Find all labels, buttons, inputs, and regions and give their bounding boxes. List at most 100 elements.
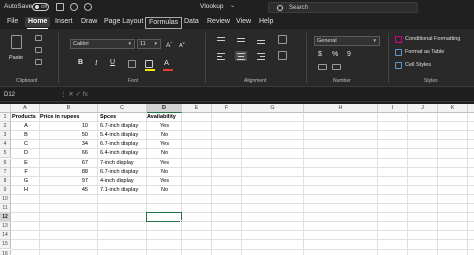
table-cell[interactable]: 4-inch display bbox=[100, 177, 147, 186]
paste-icon[interactable] bbox=[11, 35, 22, 49]
cut-icon[interactable] bbox=[35, 35, 42, 41]
table-cell[interactable]: 5.4-inch display bbox=[100, 131, 147, 140]
row-header-1[interactable]: 1 bbox=[0, 113, 11, 123]
tab-view[interactable]: View bbox=[233, 17, 254, 27]
column-header-a[interactable]: A bbox=[11, 104, 40, 113]
column-header-e[interactable]: E bbox=[182, 104, 212, 113]
column-header-i[interactable]: I bbox=[378, 104, 408, 113]
row-header-5[interactable]: 5 bbox=[0, 149, 11, 159]
table-header-cell[interactable]: Products bbox=[12, 113, 40, 122]
borders-icon[interactable] bbox=[128, 60, 136, 68]
merge-center-icon[interactable] bbox=[278, 51, 287, 60]
align-center-icon[interactable] bbox=[235, 51, 247, 61]
conditional-formatting-button[interactable]: Conditional Formatting bbox=[405, 36, 460, 42]
row-header-15[interactable]: 15 bbox=[0, 240, 11, 250]
table-cell[interactable]: H bbox=[12, 186, 40, 195]
top-align-icon[interactable] bbox=[215, 35, 227, 45]
table-cell[interactable]: No bbox=[147, 149, 182, 158]
tab-insert[interactable]: Insert bbox=[52, 17, 76, 27]
table-header-cell[interactable]: Availability bbox=[147, 113, 182, 122]
tab-home[interactable]: Home bbox=[25, 17, 51, 29]
format-painter-icon[interactable] bbox=[35, 59, 42, 65]
search-input[interactable]: Search bbox=[289, 4, 308, 12]
tab-help[interactable]: Help bbox=[256, 17, 276, 27]
table-cell[interactable]: No bbox=[147, 131, 182, 140]
row-header-12[interactable]: 12 bbox=[0, 213, 11, 223]
table-cell[interactable]: 6.7-inch display bbox=[100, 122, 147, 131]
wrap-text-icon[interactable] bbox=[278, 35, 287, 44]
align-left-icon[interactable] bbox=[215, 51, 227, 61]
redo-icon[interactable] bbox=[84, 3, 92, 11]
row-header-11[interactable]: 11 bbox=[0, 204, 11, 214]
row-header-13[interactable]: 13 bbox=[0, 222, 11, 232]
column-header-k[interactable]: K bbox=[438, 104, 468, 113]
italic-button[interactable]: I bbox=[95, 59, 97, 67]
undo-icon[interactable] bbox=[70, 3, 78, 11]
table-cell[interactable]: 7-inch display bbox=[100, 159, 147, 168]
row-header-2[interactable]: 2 bbox=[0, 122, 11, 132]
tab-data[interactable]: Data bbox=[181, 17, 202, 27]
bottom-align-icon[interactable] bbox=[255, 35, 267, 45]
bold-button[interactable]: B bbox=[78, 59, 83, 66]
table-cell[interactable]: 97 bbox=[40, 177, 88, 186]
autosave-toggle[interactable]: Off bbox=[32, 2, 49, 11]
table-cell[interactable]: 6.7-inch display bbox=[100, 168, 147, 177]
decrease-font-icon[interactable]: Av bbox=[179, 40, 185, 49]
table-cell[interactable]: Yes bbox=[147, 159, 182, 168]
decrease-decimal-icon[interactable] bbox=[332, 64, 341, 70]
spreadsheet-grid[interactable]: ABCDEFGHIJKL12345678910111213141516Produ… bbox=[0, 104, 474, 255]
fill-color-icon[interactable] bbox=[145, 60, 153, 68]
table-cell[interactable]: B bbox=[12, 131, 40, 140]
table-cell[interactable]: A bbox=[12, 122, 40, 131]
table-cell[interactable]: E bbox=[12, 159, 40, 168]
row-header-9[interactable]: 9 bbox=[0, 185, 11, 195]
increase-decimal-icon[interactable] bbox=[318, 64, 327, 70]
table-cell[interactable]: Yes bbox=[147, 177, 182, 186]
number-format-select[interactable]: General ▼ bbox=[314, 36, 380, 46]
table-cell[interactable]: D bbox=[12, 149, 40, 158]
save-icon[interactable] bbox=[56, 3, 64, 11]
font-color-icon[interactable]: A bbox=[164, 58, 169, 67]
copy-icon[interactable] bbox=[35, 47, 42, 53]
formula-input[interactable] bbox=[100, 90, 470, 100]
table-cell[interactable]: No bbox=[147, 186, 182, 195]
row-header-6[interactable]: 6 bbox=[0, 158, 11, 168]
table-header-cell[interactable]: Spces bbox=[100, 113, 147, 122]
table-cell[interactable]: 88 bbox=[40, 168, 88, 177]
table-cell[interactable]: 34 bbox=[40, 140, 88, 149]
currency-icon[interactable]: $ bbox=[318, 51, 322, 58]
column-header-c[interactable]: C bbox=[98, 104, 147, 113]
table-cell[interactable]: 67 bbox=[40, 159, 88, 168]
table-header-cell[interactable]: Price in rupees bbox=[40, 113, 88, 122]
column-header-l[interactable]: L bbox=[468, 104, 474, 113]
table-cell[interactable]: 10 bbox=[40, 122, 88, 131]
tab-file[interactable]: File bbox=[4, 17, 21, 27]
tab-review[interactable]: Review bbox=[204, 17, 233, 27]
row-header-16[interactable]: 16 bbox=[0, 249, 11, 255]
paste-label[interactable]: Paste bbox=[9, 55, 23, 61]
table-cell[interactable]: 66 bbox=[40, 149, 88, 158]
align-right-icon[interactable] bbox=[255, 51, 267, 61]
row-header-4[interactable]: 4 bbox=[0, 140, 11, 150]
chevron-down-icon[interactable]: ⌄ bbox=[230, 2, 235, 9]
column-header-h[interactable]: H bbox=[304, 104, 378, 113]
font-size-select[interactable]: 11 ▼ bbox=[137, 39, 161, 49]
table-cell[interactable]: 50 bbox=[40, 131, 88, 140]
formula-bar-icons[interactable]: ⋮ ✕ ✓ fx bbox=[60, 90, 88, 100]
row-header-14[interactable]: 14 bbox=[0, 231, 11, 241]
table-cell[interactable]: 6.4-inch display bbox=[100, 149, 147, 158]
table-cell[interactable]: 6.7-inch display bbox=[100, 140, 147, 149]
row-header-10[interactable]: 10 bbox=[0, 194, 11, 204]
middle-align-icon[interactable] bbox=[235, 35, 247, 45]
percent-icon[interactable]: % bbox=[332, 51, 338, 58]
underline-button[interactable]: U bbox=[110, 59, 115, 66]
table-cell[interactable]: Yes bbox=[147, 122, 182, 131]
fill-handle[interactable] bbox=[180, 220, 183, 224]
table-cell[interactable]: 7.1-inch display bbox=[100, 186, 147, 195]
row-header-3[interactable]: 3 bbox=[0, 131, 11, 141]
name-box[interactable]: D12 bbox=[2, 90, 52, 100]
table-cell[interactable]: Yes bbox=[147, 140, 182, 149]
tab-page-layout[interactable]: Page Layout bbox=[101, 17, 146, 27]
row-header-7[interactable]: 7 bbox=[0, 167, 11, 177]
tab-draw[interactable]: Draw bbox=[78, 17, 100, 27]
